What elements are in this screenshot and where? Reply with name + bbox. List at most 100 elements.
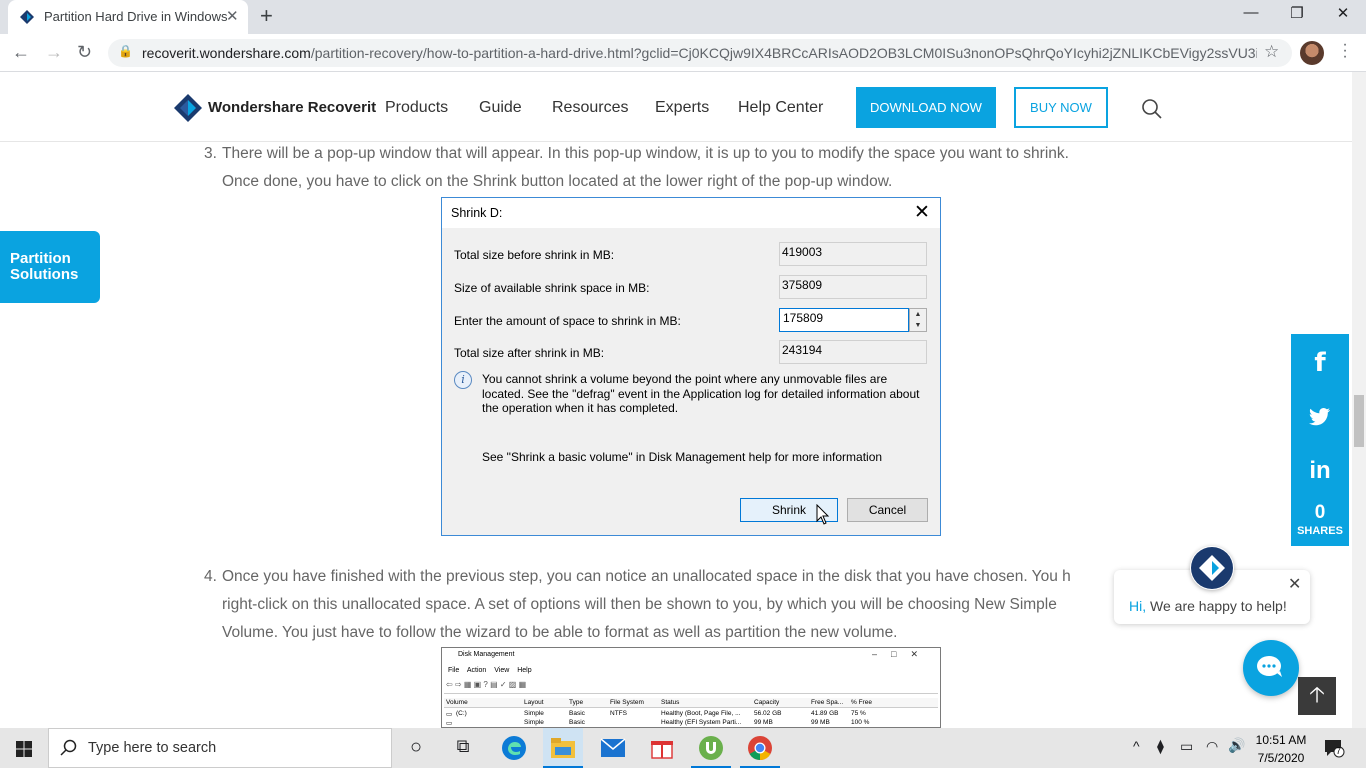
tray-chevron-icon[interactable]: ^ — [1133, 738, 1140, 754]
brand-name[interactable]: Wondershare Recoverit — [208, 99, 376, 116]
search-icon[interactable] — [1141, 98, 1163, 120]
social-share-bar: f in 0 SHARES — [1291, 334, 1349, 546]
recoverit-logo-icon[interactable] — [174, 94, 202, 122]
gift-app-icon[interactable] — [650, 737, 674, 759]
battery-icon[interactable]: ▭ — [1180, 738, 1193, 755]
dm-cell: 56.02 GB — [754, 710, 782, 717]
side-tab-line2: Solutions — [10, 266, 79, 283]
dropbox-icon[interactable]: ⧫ — [1157, 738, 1164, 755]
nav-resources[interactable]: Resources — [552, 99, 628, 117]
chat-bubbles-icon — [1257, 656, 1282, 677]
dm-cell: NTFS — [610, 710, 627, 717]
step-number: 3. — [204, 145, 217, 162]
taskbar-search-placeholder[interactable]: Type here to search — [88, 740, 216, 756]
window-close-icon[interactable]: ✕ — [1320, 4, 1366, 22]
total-size-value: 419003 — [779, 242, 927, 266]
info-icon: i — [454, 371, 472, 389]
dialog-title: Shrink D: — [451, 206, 503, 220]
windows-start-icon[interactable] — [16, 741, 32, 757]
available-space-label: Size of available shrink space in MB: — [454, 281, 650, 295]
after-size-label: Total size after shrink in MB: — [454, 346, 605, 360]
after-size-value: 243194 — [779, 340, 927, 364]
taskbar-clock[interactable]: 10:51 AM 7/5/2020 — [1252, 731, 1310, 767]
nav-guide[interactable]: Guide — [479, 99, 522, 117]
shares-label: SHARES — [1297, 525, 1343, 537]
bookmark-star-icon[interactable]: ☆ — [1264, 42, 1279, 62]
partition-solutions-tab[interactable]: Partition Solutions — [0, 231, 100, 303]
cancel-button: Cancel — [847, 498, 928, 522]
restore-icon[interactable]: ❐ — [1274, 4, 1320, 22]
notification-count: 7 — [1336, 746, 1342, 756]
utorrent-icon[interactable] — [698, 735, 724, 761]
drive-icon: ▭ — [446, 711, 453, 718]
chrome-icon[interactable] — [747, 735, 773, 761]
url-path: /partition-recovery/how-to-partition-a-h… — [310, 45, 1257, 61]
step-4: 4. Once you have finished with the previ… — [204, 563, 1122, 647]
scrollbar-thumb[interactable] — [1354, 395, 1364, 447]
nav-experts[interactable]: Experts — [655, 99, 709, 117]
shrink-dialog-image: Shrink D: ✕ Total size before shrink in … — [441, 197, 941, 536]
back-icon[interactable]: ← — [12, 42, 30, 63]
chat-close-icon[interactable]: ✕ — [1288, 574, 1301, 594]
share-count: 0 — [1314, 502, 1326, 523]
mail-icon[interactable] — [600, 738, 626, 758]
profile-avatar[interactable] — [1300, 41, 1324, 65]
lock-icon[interactable]: 🔒 — [118, 44, 133, 58]
facebook-icon[interactable]: f — [1291, 348, 1349, 378]
tab-close-icon[interactable]: ✕ — [226, 7, 239, 25]
dm-cell: 99 MB — [754, 719, 773, 726]
dm-header-cell: Layout — [524, 699, 544, 706]
back-to-top-button[interactable]: 🡡 — [1298, 677, 1336, 715]
task-view-icon[interactable]: ⧉ — [450, 736, 476, 760]
taskbar-search-icon — [60, 739, 77, 756]
chat-hi: Hi, — [1129, 598, 1147, 614]
shrink-amount-label: Enter the amount of space to shrink in M… — [454, 314, 681, 328]
dm-header-cell: Capacity — [754, 699, 780, 706]
spinner-arrows-icon: ▲ ▼ — [909, 308, 927, 332]
browser-tab[interactable]: Partition Hard Drive in Windows ✕ — [8, 0, 248, 34]
volume-icon[interactable]: 🔊 — [1228, 737, 1245, 754]
dm-header-cell: Volume — [446, 699, 468, 706]
chat-text: We are happy to help! — [1150, 598, 1287, 614]
dm-cell: (C:) — [456, 710, 467, 717]
chat-launcher-button[interactable] — [1243, 640, 1299, 696]
edge-browser-icon[interactable] — [501, 735, 527, 761]
dm-cell: Healthy (EFI System Parti... — [661, 719, 742, 726]
wifi-icon[interactable]: ◠ — [1206, 738, 1218, 755]
step-text-line: right-click on this unallocated space. A… — [222, 596, 1057, 613]
cortana-icon[interactable]: ○ — [403, 736, 429, 760]
nav-products[interactable]: Products — [385, 99, 448, 117]
side-tab-line1: Partition — [10, 250, 71, 267]
dm-cell: 99 MB — [811, 719, 830, 726]
dm-cell: Basic — [569, 719, 585, 726]
step-text-line: Volume. You just have to follow the wiza… — [222, 624, 898, 641]
minimize-icon[interactable]: — — [1228, 4, 1274, 21]
dm-cell: Simple — [524, 710, 544, 717]
download-now-button[interactable]: DOWNLOAD NOW — [856, 87, 996, 128]
step-3: 3. There will be a pop-up window that wi… — [204, 140, 1232, 196]
tab-title: Partition Hard Drive in Windows — [44, 9, 228, 24]
forward-icon[interactable]: → — [45, 42, 63, 63]
dm-cell: 41.89 GB — [811, 710, 839, 717]
buy-now-button[interactable]: BUY NOW — [1014, 87, 1108, 128]
disk-mgmt-window-buttons-icon: –□✕ — [872, 649, 932, 659]
mouse-cursor-icon — [816, 504, 830, 525]
disk-mgmt-title: Disk Management — [458, 651, 515, 658]
step-text-line: Once you have finished with the previous… — [222, 568, 1071, 585]
reload-icon[interactable]: ↻ — [77, 42, 92, 63]
clock-date: 7/5/2020 — [1257, 751, 1305, 765]
linkedin-icon[interactable]: in — [1291, 457, 1349, 485]
dm-cell: Simple — [524, 719, 544, 726]
dm-header-cell: Status — [661, 699, 680, 706]
disk-management-image: Disk Management –□✕ File Action View Hel… — [441, 647, 941, 728]
total-size-label: Total size before shrink in MB: — [454, 248, 615, 262]
dm-cell: 75 % — [851, 710, 866, 717]
url-text[interactable]: recoverit.wondershare.com/partition-reco… — [142, 45, 1257, 61]
new-tab-icon[interactable]: + — [260, 3, 273, 29]
nav-help-center[interactable]: Help Center — [738, 99, 823, 117]
file-explorer-icon — [551, 738, 575, 758]
browser-menu-icon[interactable]: · · · — [1340, 37, 1350, 65]
twitter-icon[interactable] — [1309, 408, 1331, 426]
action-center-icon[interactable] — [1323, 738, 1345, 758]
dm-cell: Basic — [569, 710, 585, 717]
